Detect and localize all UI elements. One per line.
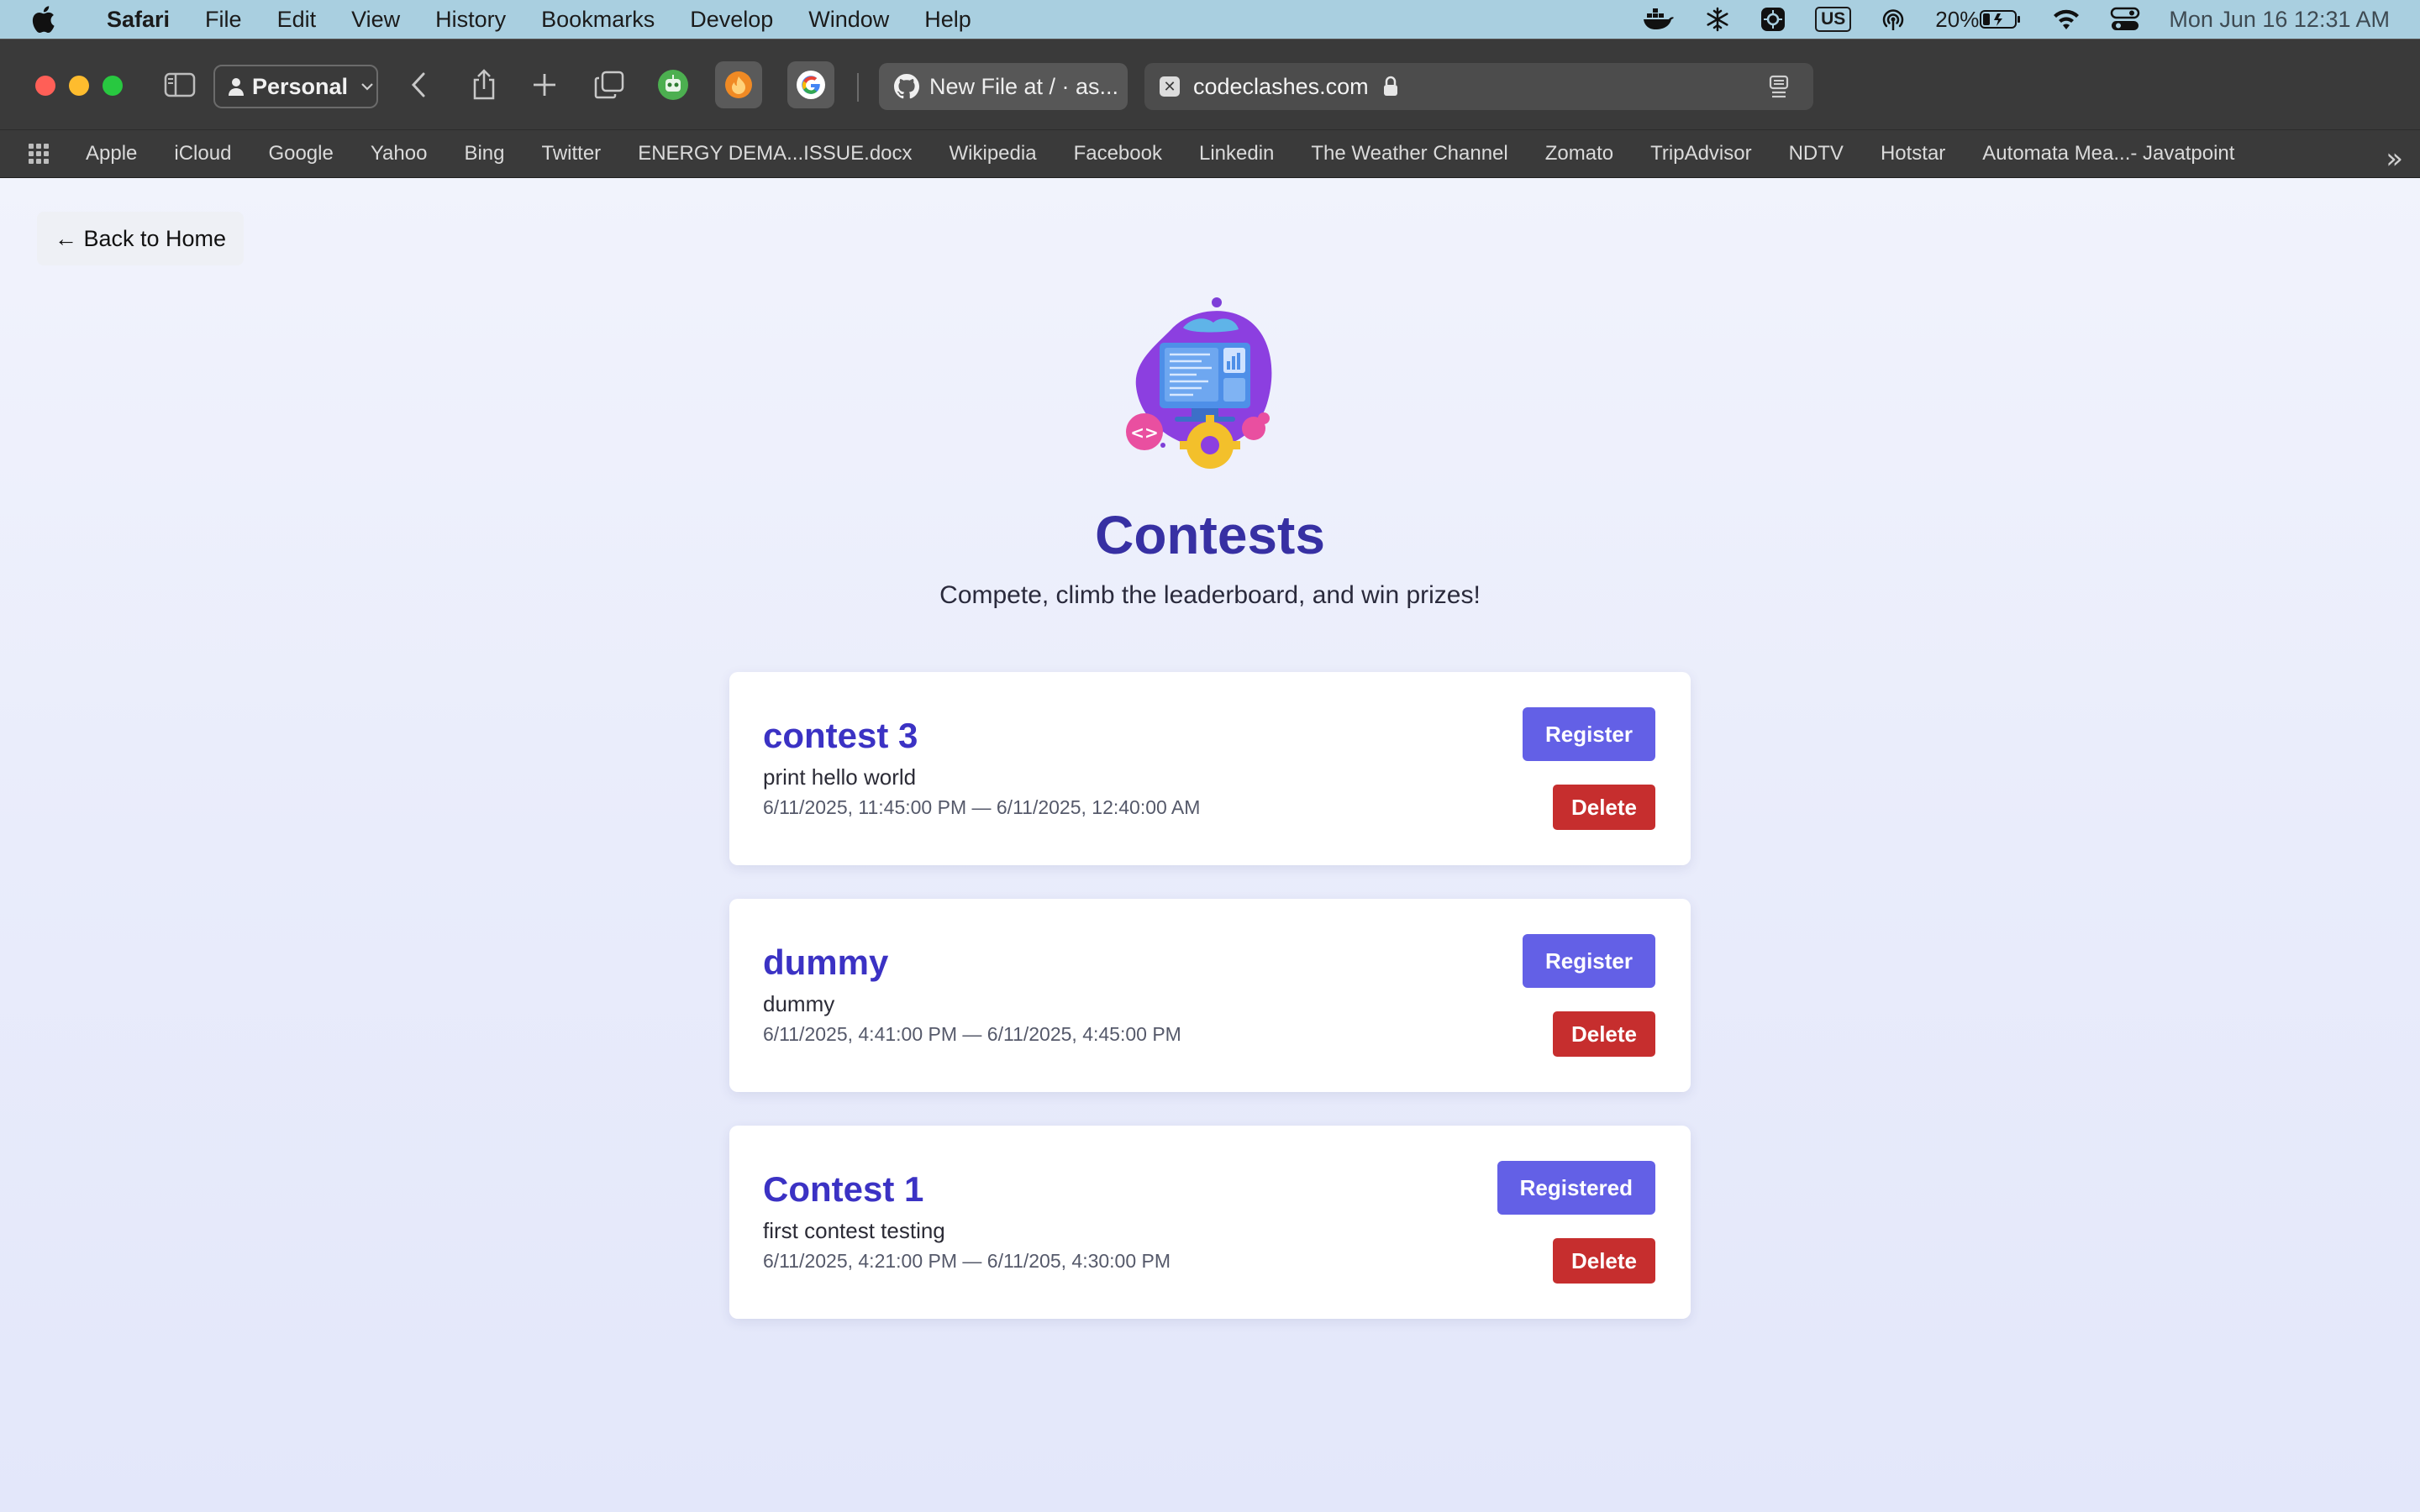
bookmark-weather-channel[interactable]: The Weather Channel xyxy=(1292,142,1526,165)
close-window-button[interactable] xyxy=(35,76,55,96)
contest-description: first contest testing xyxy=(763,1218,945,1243)
docker-icon[interactable] xyxy=(1642,0,1676,39)
menu-bookmarks[interactable]: Bookmarks xyxy=(523,7,672,33)
delete-button[interactable]: Delete xyxy=(1552,785,1655,830)
new-tab-icon[interactable] xyxy=(521,61,568,108)
menu-view[interactable]: View xyxy=(334,7,418,33)
menu-app-name[interactable]: Safari xyxy=(89,7,187,33)
bookmark-icloud[interactable]: iCloud xyxy=(155,142,250,165)
address-text: codeclashes.com xyxy=(1193,73,1369,99)
tab-github[interactable]: New File at / · as... xyxy=(879,63,1128,110)
contest-list: contest 3 print hello world 6/11/2025, 1… xyxy=(729,672,1691,1352)
airdrop-icon[interactable] xyxy=(1880,0,1907,39)
delete-button[interactable]: Delete xyxy=(1552,1238,1655,1284)
toolbar-separator xyxy=(857,73,859,102)
wifi-icon[interactable] xyxy=(2051,0,2081,39)
menu-window[interactable]: Window xyxy=(791,7,907,33)
coding-illustration-icon: <> xyxy=(1126,297,1272,469)
bookmark-ndtv[interactable]: NDTV xyxy=(1770,142,1862,165)
menu-file[interactable]: File xyxy=(187,7,260,33)
browser-toolbar: Personal New File at / · as... ✕ codecla… xyxy=(0,39,2420,129)
battery-status[interactable]: 20% xyxy=(1935,0,2023,39)
bookmark-twitter[interactable]: Twitter xyxy=(523,142,620,165)
contest-title[interactable]: Contest 1 xyxy=(763,1169,923,1210)
menu-bar: Safari File Edit View History Bookmarks … xyxy=(0,0,2420,39)
register-button[interactable]: Register xyxy=(1522,707,1655,761)
minimize-window-button[interactable] xyxy=(69,76,89,96)
contest-dates: 6/11/2025, 4:21:00 PM — 6/11/205, 4:30:0… xyxy=(763,1250,1171,1272)
contest-card: Contest 1 first contest testing 6/11/202… xyxy=(729,1126,1691,1319)
profile-switcher[interactable]: Personal xyxy=(213,65,378,108)
page-title: Contests xyxy=(1095,505,1325,565)
keyboard-layout-label: US xyxy=(1815,7,1852,32)
contest-dates: 6/11/2025, 11:45:00 PM — 6/11/2025, 12:4… xyxy=(763,796,1201,818)
tab-overview-icon[interactable] xyxy=(586,61,633,108)
site-favicon-icon: ✕ xyxy=(1160,76,1180,97)
share-icon[interactable] xyxy=(460,61,508,108)
address-bar[interactable]: ✕ codeclashes.com xyxy=(1144,63,1813,110)
bookmark-google[interactable]: Google xyxy=(250,142,351,165)
contest-title[interactable]: dummy xyxy=(763,942,888,983)
chevron-down-icon xyxy=(361,83,373,91)
control-center-icon[interactable] xyxy=(2110,0,2140,39)
back-arrow-icon[interactable] xyxy=(395,61,442,108)
github-icon xyxy=(894,74,919,99)
menu-help[interactable]: Help xyxy=(907,7,989,33)
lock-icon xyxy=(1383,76,1397,96)
bookmark-javatpoint[interactable]: Automata Mea...- Javatpoint xyxy=(1964,142,2253,165)
contest-title[interactable]: contest 3 xyxy=(763,716,918,756)
bookmark-bing[interactable]: Bing xyxy=(445,142,523,165)
menu-edit[interactable]: Edit xyxy=(260,7,334,33)
bookmark-facebook[interactable]: Facebook xyxy=(1055,142,1181,165)
contest-card: dummy dummy 6/11/2025, 4:41:00 PM — 6/11… xyxy=(729,899,1691,1092)
bookmark-linkedin[interactable]: Linkedin xyxy=(1181,142,1292,165)
google-extension-icon[interactable] xyxy=(787,61,834,108)
window-controls xyxy=(35,76,123,96)
page-content: ← Back to Home <> Contests Compete, clim… xyxy=(0,178,2420,1512)
apps-grid-icon[interactable] xyxy=(29,144,49,164)
keyboard-layout-badge[interactable]: US xyxy=(1815,0,1852,39)
page-subtitle: Compete, climb the leaderboard, and win … xyxy=(939,581,1481,609)
bookmark-yahoo[interactable]: Yahoo xyxy=(352,142,446,165)
apple-icon[interactable] xyxy=(30,0,77,39)
github-tab-title: New File at / · as... xyxy=(929,73,1119,99)
focus-icon[interactable] xyxy=(1760,0,1786,39)
bookmark-energy-doc[interactable]: ENERGY DEMA...ISSUE.docx xyxy=(619,142,930,165)
bookmark-apple[interactable]: Apple xyxy=(67,142,155,165)
reader-icon[interactable] xyxy=(1766,75,1791,98)
svg-text:<>: <> xyxy=(1130,423,1159,443)
back-to-home-button[interactable]: ← Back to Home xyxy=(37,212,244,265)
battery-percent: 20% xyxy=(1935,6,1980,32)
contest-description: print hello world xyxy=(763,764,917,790)
bookmark-tripadvisor[interactable]: TripAdvisor xyxy=(1632,142,1770,165)
person-icon xyxy=(229,78,244,96)
fire-extension-icon[interactable] xyxy=(715,61,762,108)
bookmarks-bar: Apple iCloud Google Yahoo Bing Twitter E… xyxy=(0,129,2420,178)
contest-dates: 6/11/2025, 4:41:00 PM — 6/11/2025, 4:45:… xyxy=(763,1023,1181,1045)
bookmark-wikipedia[interactable]: Wikipedia xyxy=(931,142,1055,165)
contest-card: contest 3 print hello world 6/11/2025, 1… xyxy=(729,672,1691,865)
profile-label: Personal xyxy=(252,73,349,99)
register-button[interactable]: Register xyxy=(1522,934,1655,988)
registered-button[interactable]: Registered xyxy=(1497,1161,1655,1215)
sidebar-toggle-icon[interactable] xyxy=(156,61,203,108)
bookmark-hotstar[interactable]: Hotstar xyxy=(1862,142,1964,165)
zoom-window-button[interactable] xyxy=(103,76,123,96)
snowflake-icon[interactable] xyxy=(1704,0,1731,39)
bookmarks-overflow-icon[interactable]: » xyxy=(2386,142,2403,176)
delete-button[interactable]: Delete xyxy=(1552,1011,1655,1057)
menu-clock[interactable]: Mon Jun 16 12:31 AM xyxy=(2169,0,2390,39)
robot-extension-icon[interactable] xyxy=(650,61,697,108)
battery-icon xyxy=(1980,10,2021,29)
contest-description: dummy xyxy=(763,991,835,1016)
menu-develop[interactable]: Develop xyxy=(672,7,791,33)
bookmark-zomato[interactable]: Zomato xyxy=(1527,142,1632,165)
menu-history[interactable]: History xyxy=(418,7,523,33)
